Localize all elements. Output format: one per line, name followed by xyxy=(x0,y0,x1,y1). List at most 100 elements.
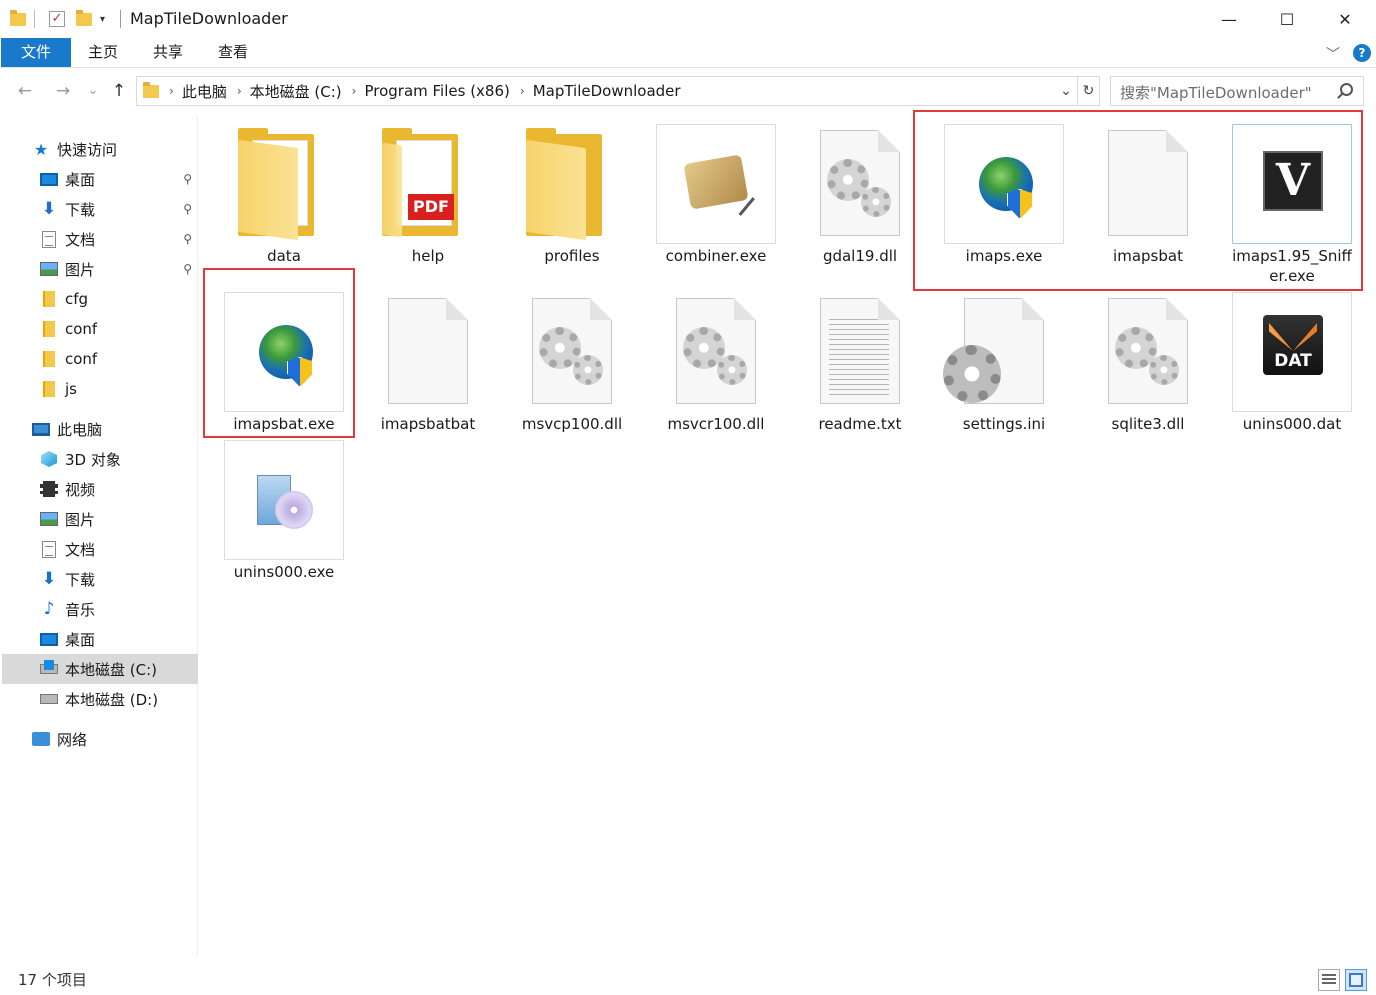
file-item-sqlite3-dll[interactable]: sqlite3.dll xyxy=(1064,284,1232,434)
sidebar-item-desktop-pc[interactable]: 桌面 xyxy=(40,624,196,654)
dat-file-icon: DAT xyxy=(1232,292,1352,412)
breadcrumb-this-pc[interactable]: 此电脑 xyxy=(182,81,227,102)
address-dropdown-button[interactable]: ⌄ xyxy=(1055,77,1077,105)
drive-d-icon xyxy=(40,691,58,707)
pin-icon[interactable]: ⚲ xyxy=(183,202,192,216)
highlight-box-imaps xyxy=(913,110,1363,291)
sidebar-item-drive-c[interactable]: 本地磁盘 (C:) xyxy=(2,654,198,684)
properties-icon[interactable]: ✓ xyxy=(49,9,65,29)
sidebar-item-pictures-pc[interactable]: 图片 xyxy=(40,504,196,534)
file-name: msvcp100.dll xyxy=(521,415,623,433)
file-item-unins000-dat[interactable]: DAT unins000.dat xyxy=(1208,284,1376,434)
sidebar-item-3d-objects[interactable]: 3D 对象 xyxy=(40,444,196,474)
sidebar-item-label: 桌面 xyxy=(65,630,96,649)
highlight-box-imapsbat-exe xyxy=(203,268,355,438)
breadcrumb-program-files[interactable]: Program Files (x86) xyxy=(364,82,509,100)
sidebar-item-documents-pc[interactable]: 文档 xyxy=(40,534,196,564)
tab-share[interactable]: 共享 xyxy=(143,38,193,67)
breadcrumb-separator[interactable]: › xyxy=(169,84,174,98)
search-icon[interactable] xyxy=(1340,83,1353,96)
file-item-readme-txt[interactable]: readme.txt xyxy=(776,284,944,434)
sidebar-item-conf-2[interactable]: conf xyxy=(40,344,196,374)
file-item-msvcp100-dll[interactable]: msvcp100.dll xyxy=(488,284,656,434)
blank-file-icon xyxy=(360,292,480,412)
sidebar-item-videos[interactable]: 视频 xyxy=(40,474,196,504)
breadcrumb-separator[interactable]: › xyxy=(237,84,242,98)
file-item-profiles[interactable]: profiles xyxy=(488,116,656,266)
up-button[interactable]: ↑ xyxy=(108,80,130,102)
folder-icon xyxy=(40,291,58,307)
pin-icon[interactable]: ⚲ xyxy=(183,232,192,246)
file-item-unins000-exe[interactable]: unins000.exe xyxy=(200,432,368,582)
sidebar-item-pictures[interactable]: 图片 ⚲ xyxy=(40,254,196,284)
folder-icon xyxy=(143,81,159,98)
dll-icon xyxy=(504,292,624,412)
search-input[interactable]: 搜索"MapTileDownloader" xyxy=(1120,82,1312,103)
tab-home[interactable]: 主页 xyxy=(78,38,128,67)
file-name: help xyxy=(411,247,445,265)
title-separator xyxy=(120,10,121,28)
file-item-help[interactable]: PDF help xyxy=(344,116,512,266)
breadcrumb-drive-c[interactable]: 本地磁盘 (C:) xyxy=(250,81,342,102)
folder-icon xyxy=(40,321,58,337)
minimize-button[interactable]: — xyxy=(1200,0,1258,38)
maximize-button[interactable]: ☐ xyxy=(1258,0,1316,38)
recent-locations-button[interactable]: ⌄ xyxy=(82,80,104,102)
breadcrumb-separator[interactable]: › xyxy=(352,84,357,98)
file-item-combiner-exe[interactable]: combiner.exe xyxy=(632,116,800,266)
sidebar-item-music[interactable]: ♪ 音乐 xyxy=(40,594,196,624)
sidebar-item-label: 快速访问 xyxy=(57,140,118,159)
sidebar-item-label: 3D 对象 xyxy=(65,450,121,469)
file-name: combiner.exe xyxy=(665,247,767,265)
new-folder-icon[interactable] xyxy=(76,9,92,29)
breadcrumb-maptiledownloader[interactable]: MapTileDownloader xyxy=(533,82,681,100)
search-box[interactable]: 搜索"MapTileDownloader" xyxy=(1110,76,1364,106)
sidebar-item-downloads-pc[interactable]: ⬇ 下载 xyxy=(40,564,196,594)
refresh-button[interactable]: ↻ xyxy=(1077,77,1099,105)
file-item-data[interactable]: data xyxy=(200,116,368,266)
video-icon xyxy=(40,481,58,497)
tab-view[interactable]: 查看 xyxy=(208,38,258,67)
tab-file[interactable]: 文件 xyxy=(1,38,71,67)
sidebar-item-label: cfg xyxy=(65,290,89,308)
3d-objects-icon xyxy=(40,451,58,467)
sidebar-item-label: 图片 xyxy=(65,260,96,279)
customize-toolbar-icon[interactable]: ▾ xyxy=(100,9,105,29)
address-bar[interactable]: › 此电脑 › 本地磁盘 (C:) › Program Files (x86) … xyxy=(136,76,1100,106)
file-item-msvcr100-dll[interactable]: msvcr100.dll xyxy=(632,284,800,434)
large-icons-view-button[interactable] xyxy=(1345,969,1367,991)
file-name: readme.txt xyxy=(818,415,902,433)
large-icons-view-icon xyxy=(1349,973,1363,987)
pin-icon[interactable]: ⚲ xyxy=(183,262,192,276)
sidebar-item-label: 文档 xyxy=(65,540,96,559)
sidebar-item-drive-d[interactable]: 本地磁盘 (D:) xyxy=(40,684,196,714)
star-icon: ★ xyxy=(33,139,49,159)
sidebar-item-cfg[interactable]: cfg xyxy=(40,284,196,314)
forward-button[interactable]: → xyxy=(52,80,74,102)
installer-icon xyxy=(224,440,344,560)
dll-icon xyxy=(792,124,912,244)
sidebar-item-desktop[interactable]: 桌面 ⚲ xyxy=(40,164,196,194)
sidebar-item-this-pc[interactable]: 此电脑 xyxy=(32,414,196,444)
network-icon xyxy=(32,731,50,747)
details-view-icon xyxy=(1322,974,1336,986)
pin-icon[interactable]: ⚲ xyxy=(183,172,192,186)
file-item-settings-ini[interactable]: settings.ini xyxy=(920,284,1088,434)
title-bar: ✓ ▾ MapTileDownloader — ☐ ✕ xyxy=(0,0,1376,38)
sidebar-item-downloads[interactable]: ⬇ 下载 ⚲ xyxy=(40,194,196,224)
address-row: ← → ⌄ ↑ › 此电脑 › 本地磁盘 (C:) › Program File… xyxy=(0,70,1376,112)
sidebar-item-documents[interactable]: 文档 ⚲ xyxy=(40,224,196,254)
back-button[interactable]: ← xyxy=(14,80,36,102)
details-view-button[interactable] xyxy=(1318,969,1340,991)
computer-icon xyxy=(32,421,50,437)
sidebar-item-network[interactable]: 网络 xyxy=(32,724,196,754)
breadcrumb-separator[interactable]: › xyxy=(520,84,525,98)
expand-ribbon-icon[interactable]: ﹀ xyxy=(1326,44,1340,64)
sidebar-item-js[interactable]: js xyxy=(40,374,196,404)
file-item-imapsbatbat[interactable]: imapsbatbat xyxy=(344,284,512,434)
help-icon[interactable]: ? xyxy=(1353,44,1371,62)
document-icon xyxy=(40,540,58,558)
sidebar-item-quick-access[interactable]: ★ 快速访问 xyxy=(32,134,228,164)
close-button[interactable]: ✕ xyxy=(1316,0,1374,38)
sidebar-item-conf[interactable]: conf xyxy=(40,314,196,344)
